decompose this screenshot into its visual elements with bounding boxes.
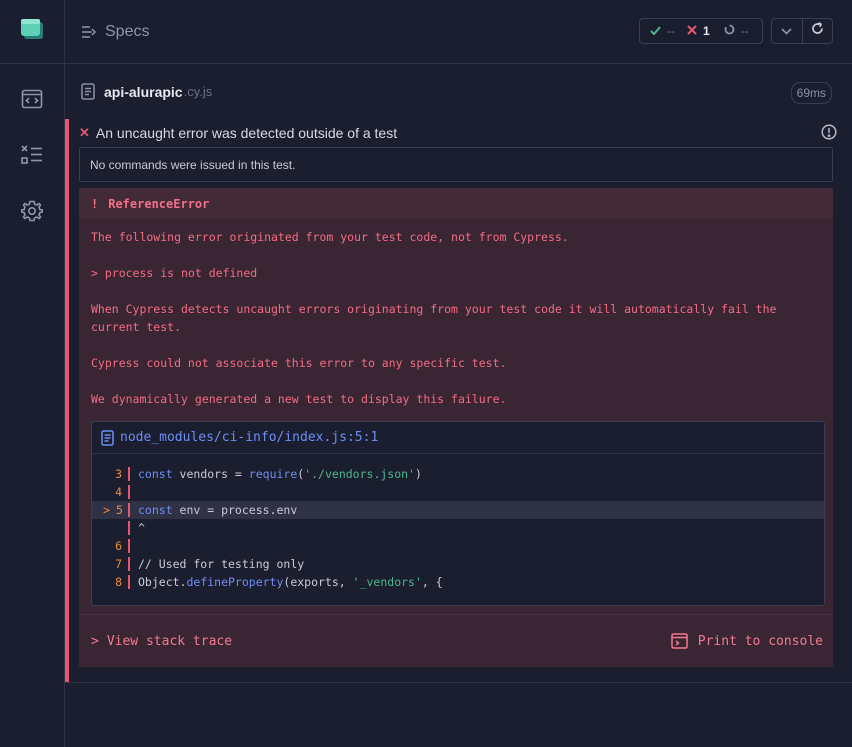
code-line-caret: ^ — [92, 519, 824, 537]
spec-header: api-alurapic .cy.js 69ms — [65, 64, 852, 119]
app-logo-icon[interactable] — [21, 19, 43, 44]
pending-icon — [724, 24, 735, 38]
print-to-console-button[interactable]: Print to console — [671, 633, 823, 649]
code-line: 8 Object.defineProperty(exports, '_vendo… — [92, 573, 824, 591]
spec-extension: .cy.js — [183, 84, 213, 99]
reporter-header: Specs -- 1 -- — [65, 0, 852, 64]
settings-icon — [20, 200, 44, 227]
code-token: vendors = — [172, 467, 249, 481]
console-icon — [671, 633, 688, 649]
error-footer: > View stack trace Print to console — [79, 614, 833, 667]
test-title: An uncaught error was detected outside o… — [95, 125, 398, 141]
check-icon — [650, 24, 661, 38]
code-token: defineProperty — [186, 575, 284, 589]
rerun-button[interactable] — [801, 19, 833, 43]
x-icon — [687, 24, 697, 38]
code-token: ) — [414, 467, 422, 481]
code-frame-file-link[interactable]: node_modules/ci-info/index.js:5:1 — [92, 422, 824, 454]
line-number: 5 — [116, 503, 123, 517]
specs-list-icon[interactable] — [81, 25, 97, 39]
file-icon — [101, 429, 114, 446]
error-message-line: Cypress could not associate this error t… — [91, 356, 507, 370]
line-number: 6 — [115, 539, 122, 553]
stat-passed: -- — [650, 24, 675, 38]
error-bang: ! — [91, 196, 99, 211]
no-commands-message: No commands were issued in this test. — [79, 147, 833, 182]
print-to-console-label: Print to console — [697, 633, 823, 649]
line-number: 3 — [115, 467, 122, 481]
nav-runs[interactable] — [0, 129, 64, 185]
error-message-line: When Cypress detects uncaught errors ori… — [91, 302, 777, 334]
stack-trace-label: View stack trace — [106, 633, 233, 649]
code-token: , { — [421, 575, 443, 589]
refresh-icon — [811, 22, 824, 40]
code-token: Object. — [138, 575, 187, 589]
code-token: './vendors.json' — [304, 467, 415, 481]
code-token: (exports, — [283, 575, 353, 589]
test-title-row[interactable]: ✕ An uncaught error was detected outside… — [69, 119, 839, 147]
line-number: 4 — [115, 485, 122, 499]
code-token: require — [248, 467, 298, 481]
code-token: env = process.env — [172, 503, 298, 517]
line-arrow: > — [103, 503, 110, 517]
code-line: 6 — [92, 537, 824, 555]
chevron-right-icon: > — [91, 633, 99, 649]
code-line: 3 const vendors = require('./vendors.jso… — [92, 465, 824, 483]
line-number: 8 — [115, 575, 122, 589]
sidebar — [0, 0, 65, 747]
code-line: 7 // Used for testing only — [92, 555, 824, 573]
stat-pending: -- — [724, 24, 749, 38]
info-icon[interactable] — [821, 124, 837, 143]
expand-toggle-button[interactable] — [772, 19, 802, 43]
error-message-line: The following error originated from your… — [91, 230, 569, 244]
stat-failed: 1 — [687, 24, 710, 38]
test-stats: -- 1 -- — [639, 18, 763, 44]
failed-test: ✕ An uncaught error was detected outside… — [65, 119, 839, 682]
code-frame: node_modules/ci-info/index.js:5:1 3 cons… — [91, 421, 825, 606]
code-file-path: node_modules/ci-info/index.js:5:1 — [120, 430, 379, 445]
nav-specs[interactable] — [0, 73, 64, 129]
error-message: The following error originated from your… — [79, 228, 833, 408]
code-token: const — [138, 503, 173, 517]
code-lines: 3 const vendors = require('./vendors.jso… — [92, 454, 824, 591]
error-header: ! ReferenceError — [79, 188, 833, 219]
logo-area — [0, 0, 64, 64]
code-token: '_vendors' — [352, 575, 422, 589]
code-comment: // Used for testing only — [138, 557, 305, 571]
nav-settings[interactable] — [0, 185, 64, 241]
code-line: 4 — [92, 483, 824, 501]
error-panel: ! ReferenceError The following error ori… — [79, 188, 833, 667]
divider — [65, 682, 852, 683]
failed-count: 1 — [703, 24, 710, 38]
duration-badge: 69ms — [790, 82, 832, 104]
header-title[interactable]: Specs — [105, 23, 149, 41]
line-number: 7 — [115, 557, 122, 571]
passed-count: -- — [667, 24, 675, 38]
fail-x-icon: ✕ — [79, 125, 90, 140]
error-name: ReferenceError — [108, 196, 210, 211]
error-message-line: We dynamically generated a new test to d… — [91, 392, 507, 406]
reporter: Specs -- 1 -- api-alurapic .cy.js 69ms ✕… — [65, 0, 852, 747]
chevron-down-icon — [781, 22, 792, 40]
file-icon — [81, 83, 95, 100]
error-caret: ^ — [138, 521, 145, 535]
code-token: const — [138, 467, 173, 481]
runs-list-icon — [21, 144, 43, 170]
pending-count: -- — [740, 24, 749, 38]
view-stack-trace-button[interactable]: > View stack trace — [91, 634, 232, 649]
spec-name[interactable]: api-alurapic — [104, 84, 183, 100]
code-line-highlighted: >5 const env = process.env — [92, 501, 824, 519]
specs-code-icon — [21, 89, 43, 114]
error-message-line: > process is not defined — [91, 266, 258, 280]
reporter-controls — [771, 18, 833, 44]
